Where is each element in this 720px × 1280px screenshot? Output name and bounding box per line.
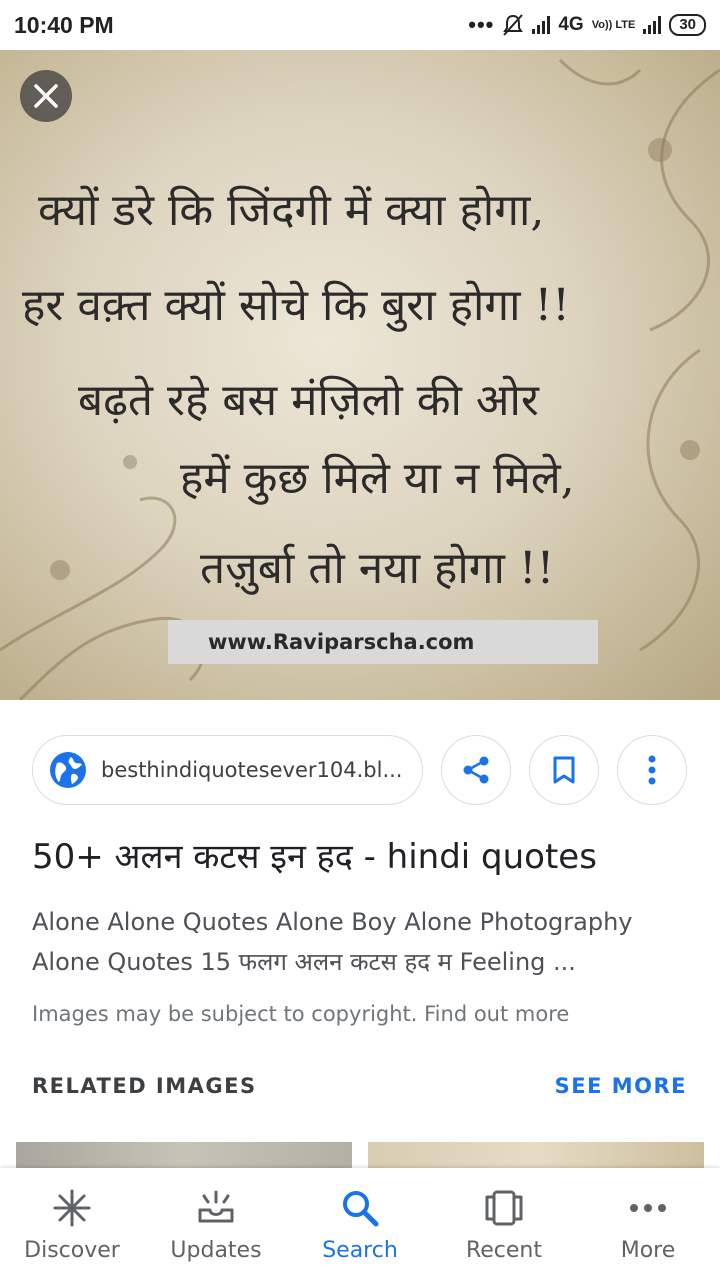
nav-label-updates: Updates — [170, 1238, 262, 1263]
close-icon — [34, 84, 58, 108]
signal-icon-2 — [643, 16, 662, 34]
muted-bell-icon — [503, 14, 524, 36]
nav-more[interactable]: More — [576, 1168, 720, 1280]
recent-icon — [482, 1186, 526, 1230]
share-icon — [463, 756, 489, 784]
nav-search[interactable]: Search — [288, 1168, 432, 1280]
quote-line-2: हर वक़्त क्यों सोचे कि बुरा होगा !! — [22, 280, 570, 331]
close-button[interactable] — [20, 70, 72, 122]
quote-line-4: हमें कुछ मिले या न मिले, — [180, 453, 575, 504]
network-type: 4G — [558, 14, 584, 35]
status-time: 10:40 PM — [14, 11, 114, 38]
see-more-link[interactable]: SEE MORE — [555, 1074, 687, 1098]
nav-label-search: Search — [322, 1238, 398, 1263]
notification-dots-icon: ••• — [468, 12, 495, 37]
more-options-button[interactable] — [617, 735, 687, 805]
globe-icon — [50, 752, 86, 788]
source-url: besthindiquotesever104.bl... — [101, 758, 403, 782]
more-vertical-icon — [648, 755, 656, 785]
volte-indicator: Vo)) LTE — [591, 19, 636, 31]
watermark-bar: www.Raviparscha.com — [168, 620, 598, 664]
nav-label-recent: Recent — [465, 1238, 543, 1263]
status-icons: ••• 4G Vo)) LTE 30 — [468, 12, 706, 38]
result-title[interactable]: 50+ अलन कटस इन हद - hindi quotes — [32, 832, 597, 878]
watermark-text: www.Raviparscha.com — [208, 630, 475, 654]
hero-image[interactable]: क्यों डरे कि जिंदगी में क्या होगा, हर वक… — [0, 50, 720, 700]
related-images-heading: RELATED IMAGES — [32, 1074, 257, 1098]
nav-discover[interactable]: Discover — [0, 1168, 144, 1280]
search-icon — [338, 1186, 382, 1230]
result-description: Alone Alone Quotes Alone Boy Alone Photo… — [32, 908, 633, 976]
updates-icon — [194, 1186, 238, 1230]
nav-updates[interactable]: Updates — [144, 1168, 288, 1280]
source-link-chip[interactable]: besthindiquotesever104.bl... — [32, 735, 423, 805]
screen: 10:40 PM ••• 4G Vo)) LTE 30 क्यों डरे कि… — [0, 0, 720, 1280]
bottom-navigation: Discover Updates Search Recent More — [0, 1168, 720, 1280]
signal-icon — [532, 16, 551, 34]
status-bar: 10:40 PM ••• 4G Vo)) LTE 30 — [0, 0, 720, 50]
more-horizontal-icon — [626, 1186, 670, 1230]
quote-line-1: क्यों डरे कि जिंदगी में क्या होगा, — [38, 185, 545, 236]
share-button[interactable] — [441, 735, 511, 805]
asterisk-icon — [50, 1186, 94, 1230]
quote-line-5: तज़ुर्बा तो नया होगा !! — [200, 543, 555, 594]
copyright-note[interactable]: Images may be subject to copyright. Find… — [32, 1002, 569, 1026]
save-button[interactable] — [529, 735, 599, 805]
nav-label-more: More — [620, 1238, 676, 1263]
source-row: besthindiquotesever104.bl... — [0, 735, 720, 805]
quote-line-3: बढ़ते रहे बस मंज़िलो की ओर — [78, 375, 539, 426]
bookmark-icon — [553, 756, 575, 784]
battery-icon: 30 — [669, 14, 706, 36]
nav-label-discover: Discover — [24, 1238, 120, 1263]
nav-recent[interactable]: Recent — [432, 1168, 576, 1280]
